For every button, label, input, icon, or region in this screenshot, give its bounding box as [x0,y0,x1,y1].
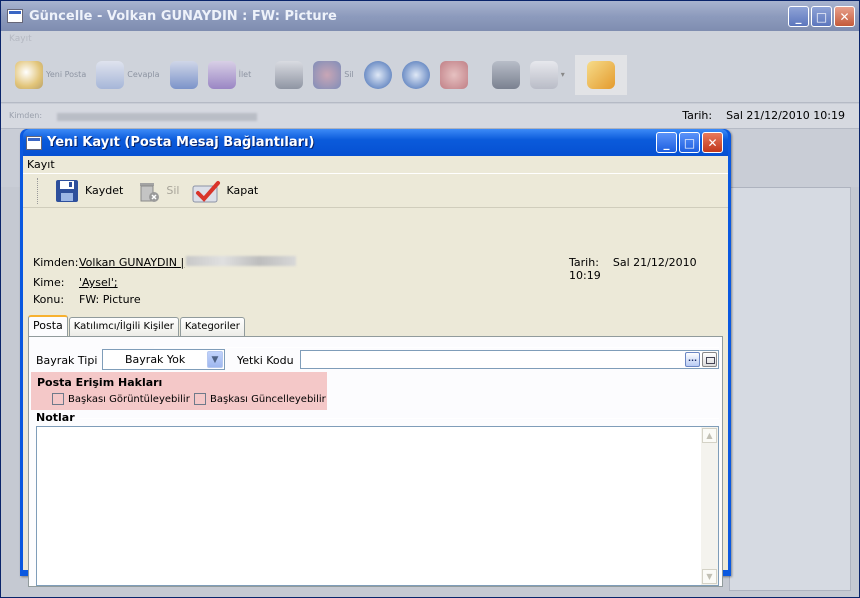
from-row: Kimden: Volkan GUNAYDIN | [33,256,297,269]
flag-type-value: Bayrak Yok [125,353,186,366]
toolbar-grip[interactable] [37,177,40,204]
date-label: Tarih: [569,256,599,269]
dialog-window-icon [26,135,42,150]
edit-note-icon [586,60,615,89]
delete-button[interactable]: Sil [131,176,183,206]
bg-message-pane [729,187,851,591]
dialog-title: Yeni Kayıt (Posta Mesaj Bağlantıları) [47,135,315,150]
to-row: Kime: 'Aysel'; [33,276,118,289]
divider [154,347,719,348]
background-title-bar: Güncelle - Volkan GUNAYDIN : FW: Picture… [1,1,859,31]
date-row: Tarih: Sal 21/12/2010 10:19 [569,256,728,282]
bg-mail-header: Kimden: Tarih: Sal 21/12/2010 10:19 [1,104,859,129]
bg-date-label: Tarih: [682,109,713,122]
bg-maximize-button[interactable]: □ [811,6,832,27]
close-button[interactable]: ✕ [702,132,723,153]
save-label: Kaydet [85,184,124,197]
access-rights-title: Posta Erişim Hakları [37,376,163,389]
reply-icon [96,60,125,89]
bg-from-label: Kimden: [9,111,43,120]
to-value[interactable]: 'Aysel'; [79,276,118,289]
delete-label: Sil [166,184,180,197]
prev-icon [363,60,392,89]
bg-next-button[interactable] [401,60,430,89]
bg-close-button[interactable]: ✕ [834,6,855,27]
check-icon [439,60,468,89]
bg-reply-button[interactable]: Cevapla [96,60,160,89]
bg-delete-button[interactable]: Sil [313,60,354,89]
email-blurred [186,256,297,266]
flag-type-select[interactable]: Bayrak Yok ▼ [102,349,225,370]
lookup-icon[interactable] [702,352,717,367]
bg-save-button[interactable] [275,60,304,89]
forward-all-icon [207,60,236,89]
trash-icon [140,182,160,202]
menu-kayit[interactable]: Kayıt [27,158,55,171]
bg-toolbar: Yeni Posta Cevapla İlet Sil ▾ [1,47,859,103]
window-icon [7,9,23,23]
can-update-label: Başkası Güncelleyebilir [210,393,326,405]
new-mail-icon [15,60,43,89]
can-update-box[interactable] [194,393,206,405]
bg-new-mail-button[interactable]: Yeni Posta [15,60,86,89]
notes-scrollbar[interactable]: ▲ ▼ [701,427,718,585]
browse-button[interactable]: ... [685,352,700,367]
access-rights-group: Posta Erişim Hakları Başkası Görüntüleye… [31,372,327,410]
subject-row: Konu: FW: Picture [33,293,141,306]
can-view-checkbox[interactable]: Başkası Görüntüleyebilir [52,393,190,405]
notes-title: Notlar [36,411,75,424]
new-record-dialog: Yeni Kayıt (Posta Mesaj Bağlantıları) _ … [20,129,731,587]
delete-icon [313,60,342,89]
save-button[interactable]: Kaydet [50,176,127,206]
bg-prev-button[interactable] [363,60,392,89]
minimize-button[interactable]: _ [656,132,677,153]
calendar-icon [529,60,558,89]
tab-categories[interactable]: Kategoriler [179,317,245,337]
background-window-title: Güncelle - Volkan GUNAYDIN : FW: Picture [29,8,337,24]
close-record-button[interactable]: Kapat [187,176,262,206]
from-value[interactable]: Volkan GUNAYDIN | [79,256,184,269]
dialog-toolbar: Kaydet Sil Kapat [23,174,728,208]
authority-code-input[interactable]: ... [300,350,719,369]
chevron-down-icon[interactable]: ▼ [207,351,223,368]
people-icon [491,60,520,89]
tab-participants[interactable]: Katılımcı/İlgili Kişiler [68,317,179,337]
bg-menu-kayit[interactable]: Kayıt [1,31,859,47]
flag-type-label: Bayrak Tipi [36,354,98,367]
can-view-box[interactable] [52,393,64,405]
bg-from-blurred [57,113,257,121]
can-view-label: Başkası Görüntüleyebilir [68,393,190,405]
mail-info: Kimden: Volkan GUNAYDIN | Kime: 'Aysel';… [23,211,728,311]
check-close-icon [192,180,221,202]
maximize-button[interactable]: □ [679,132,700,153]
bg-forward-button[interactable] [169,60,198,89]
forward-icon [169,60,198,89]
bg-people-button[interactable] [491,60,520,89]
subject-label: Konu: [33,293,65,306]
scroll-up-icon[interactable]: ▲ [702,428,717,443]
divider [73,418,719,419]
floppy-disk-icon [56,179,78,202]
dialog-title-bar: Yeni Kayıt (Posta Mesaj Bağlantıları) _ … [23,129,728,156]
dialog-body: Kayıt Kaydet Sil Kapat Kimden: Volkan GU… [23,156,728,587]
scroll-down-icon[interactable]: ▼ [702,569,717,584]
bg-edit-note-button[interactable] [574,54,627,95]
tab-panel-posta: Bayrak Tipi Bayrak Yok ▼ Yetki Kodu ... … [28,336,723,587]
from-label: Kimden: [33,256,79,269]
notes-textarea[interactable]: ▲ ▼ [36,426,719,586]
tab-posta[interactable]: Posta [28,315,68,337]
to-label: Kime: [33,276,65,289]
bg-minimize-button[interactable]: _ [788,6,809,27]
bg-forward-all-button[interactable]: İlet [207,60,251,89]
can-update-checkbox[interactable]: Başkası Güncelleyebilir [194,393,326,405]
next-icon [401,60,430,89]
authority-label: Yetki Kodu [237,354,294,367]
close-label: Kapat [226,184,259,197]
bg-date-value: Sal 21/12/2010 10:19 [726,109,845,122]
bg-calendar-button[interactable]: ▾ [529,60,565,89]
bg-check-button[interactable] [439,60,468,89]
save-icon [275,60,304,89]
tab-strip: Posta Katılımcı/İlgili Kişiler Kategoril… [28,315,246,337]
subject-value: FW: Picture [79,293,141,306]
